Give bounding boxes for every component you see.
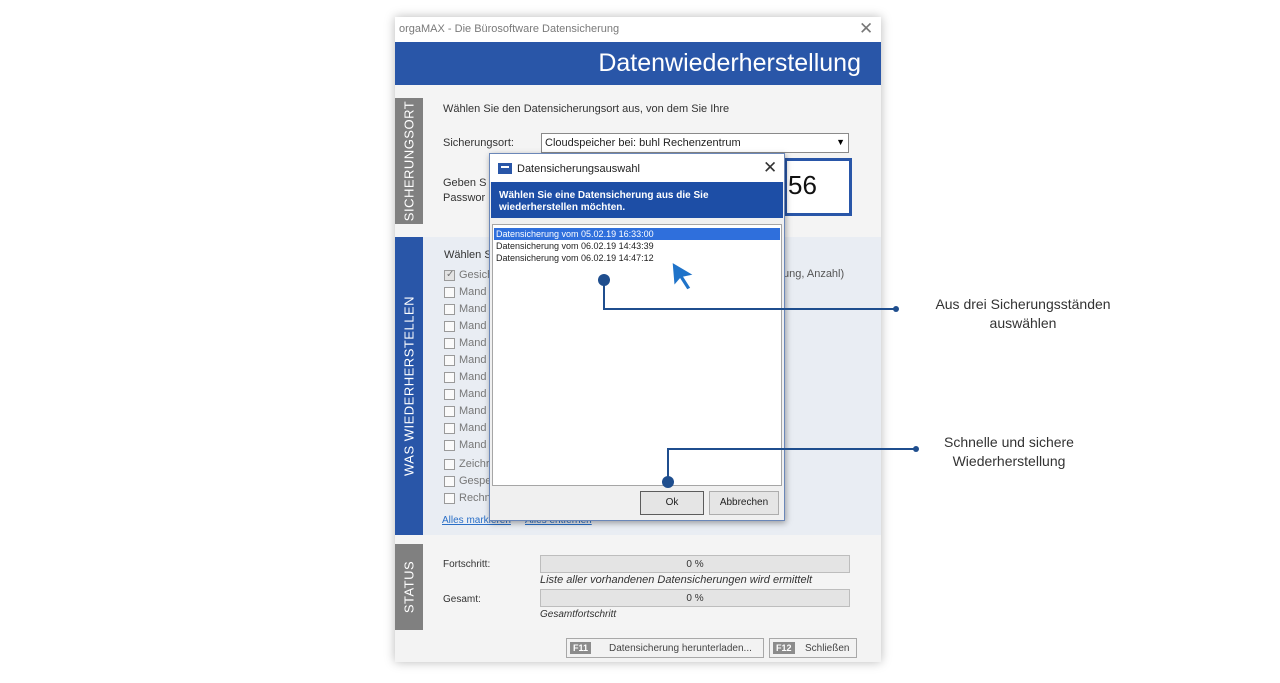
callout-end-dot-1 bbox=[893, 306, 899, 312]
callout-marker-2 bbox=[662, 476, 674, 488]
annotation-select-backup: Aus drei Sicherungsständen auswählen bbox=[912, 295, 1134, 333]
callout-line-2 bbox=[667, 448, 916, 482]
callout-marker-1 bbox=[598, 274, 610, 286]
annotation-1-line2: auswählen bbox=[989, 315, 1057, 331]
annotation-connectors bbox=[603, 280, 919, 482]
annotation-fast-restore: Schnelle und sichere Wiederherstellung bbox=[920, 433, 1098, 471]
annotation-2-line2: Wiederherstellung bbox=[952, 453, 1066, 469]
callout-line-1 bbox=[603, 280, 896, 310]
annotation-2-line1: Schnelle und sichere bbox=[944, 434, 1074, 450]
annotation-1-line1: Aus drei Sicherungsständen bbox=[935, 296, 1111, 312]
callout-end-dot-2 bbox=[913, 446, 919, 452]
